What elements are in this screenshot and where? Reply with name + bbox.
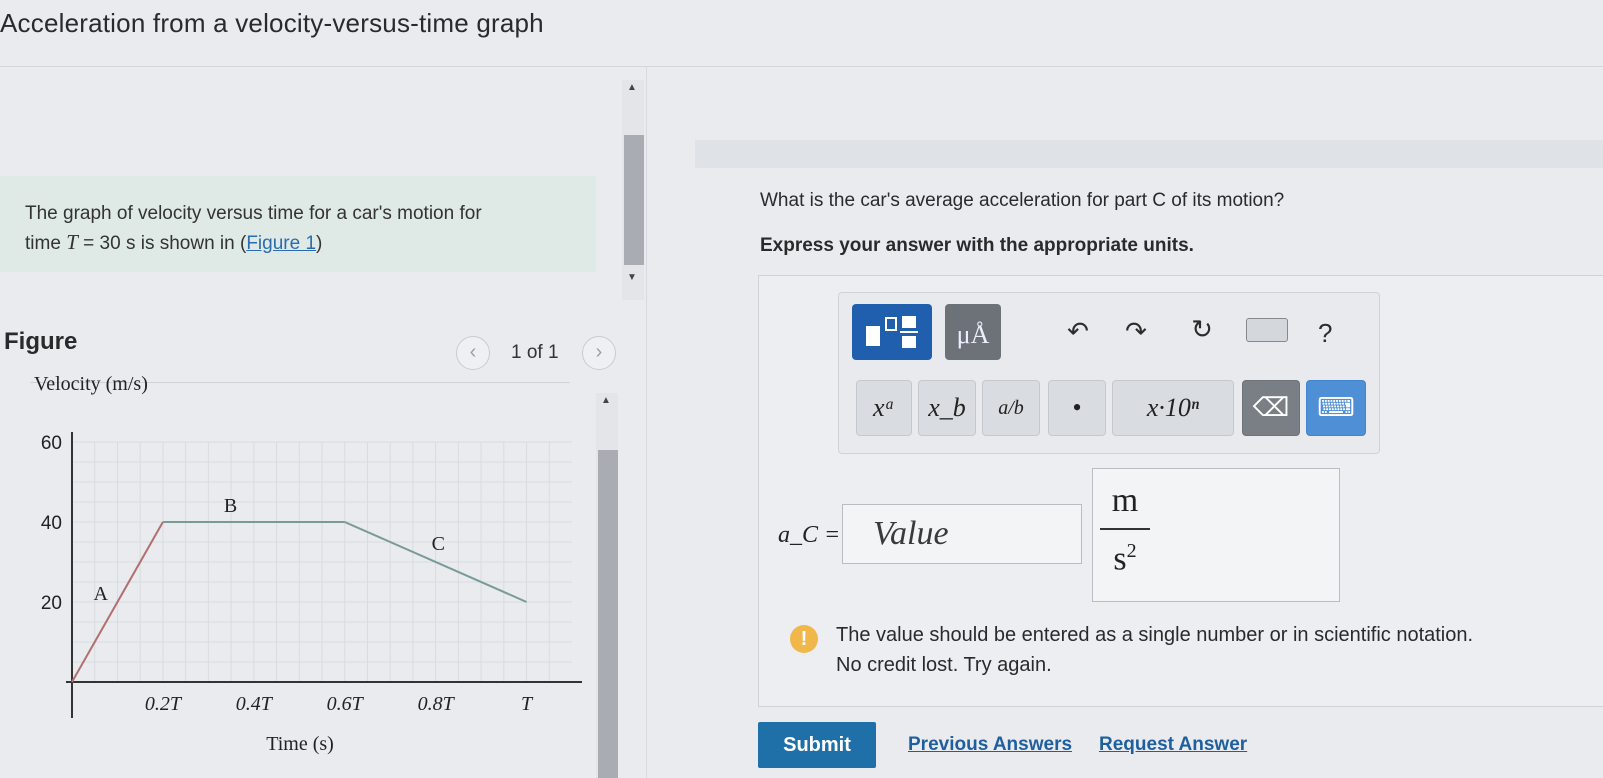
key-scientific-notation[interactable]: x·10ⁿ — [1112, 380, 1234, 436]
keyboard-toggle-icon: ⌨ — [1317, 393, 1355, 422]
answer-variable-label: a_C = — [778, 522, 841, 548]
x-tick-label: 0.6T — [327, 693, 365, 715]
velocity-time-chart: 20 40 60 0.2T 0.4T 0.6T 0.8T T A B C Velocity (m/… — [34, 373, 582, 755]
segment-label-A: A — [93, 583, 108, 605]
unit-denominator-base: s — [1113, 540, 1127, 578]
segment-label-B: B — [224, 495, 237, 517]
x-tick-label: 0.2T — [145, 693, 183, 715]
y-tick-label: 60 — [41, 433, 62, 454]
reset-icon[interactable]: ↻ — [1184, 314, 1220, 345]
key-subscript[interactable]: x_b — [918, 380, 976, 436]
keyboard-icon[interactable] — [1246, 318, 1288, 342]
chart-grid — [72, 441, 572, 682]
intro-text-line1: The graph of velocity versus time for a … — [25, 203, 482, 224]
scroll-down-arrow-icon[interactable]: ▼ — [627, 272, 637, 283]
backspace-icon: ⌫ — [1252, 393, 1290, 422]
figure-link[interactable]: Figure 1 — [246, 233, 316, 254]
unit-numerator: m — [1111, 482, 1139, 519]
templates-icon — [866, 316, 918, 348]
feedback-line1: The value should be entered as a single … — [836, 624, 1474, 646]
intro-text-line2: time T = 30 s is shown in (Figure 1) — [25, 230, 322, 255]
key-fraction[interactable]: a/b — [982, 380, 1040, 436]
figure-label: Figure — [4, 328, 78, 355]
intro-prefix: time — [25, 233, 67, 254]
feedback-line2: No credit lost. Try again. — [836, 654, 1052, 676]
units-button[interactable]: μÅ — [945, 304, 1001, 360]
key-superscript-label: xᵃ — [873, 393, 895, 422]
key-fraction-label: a/b — [998, 397, 1024, 419]
question-instruction: Express your answer with the appropriate… — [760, 235, 1194, 256]
question-text: What is the car's average acceleration f… — [760, 190, 1285, 211]
unit-fraction-bar — [1100, 528, 1150, 530]
key-sci-label: x·10ⁿ — [1146, 393, 1200, 422]
scroll-up-arrow-icon[interactable]: ▲ — [627, 82, 637, 93]
key-dot[interactable]: • — [1048, 380, 1106, 436]
figure-next-button[interactable]: › — [582, 336, 616, 370]
previous-answers-link[interactable]: Previous Answers — [908, 734, 1072, 756]
warning-icon: ! — [790, 625, 818, 653]
unit-denominator: s2 — [1100, 540, 1150, 578]
chart-ticks: 20 40 60 0.2T 0.4T 0.6T 0.8T T — [41, 433, 534, 715]
request-answer-link[interactable]: Request Answer — [1099, 734, 1247, 756]
scrollbar-figure-thumb[interactable] — [598, 450, 618, 778]
intro-mid: = 30 s is shown in ( — [77, 233, 247, 254]
title-divider — [0, 66, 1603, 67]
value-input[interactable] — [842, 504, 1082, 564]
y-axis-label: Velocity (m/s) — [34, 373, 148, 395]
figure-counter: 1 of 1 — [511, 342, 559, 363]
unit-exponent: 2 — [1126, 540, 1137, 562]
x-tick-label: 0.4T — [236, 693, 274, 715]
key-subscript-label: x_b — [928, 393, 966, 422]
figure-prev-button[interactable]: ‹ — [456, 336, 490, 370]
scroll-up-arrow-icon[interactable]: ▲ — [601, 395, 611, 406]
pane-divider — [646, 66, 647, 778]
key-dot-label: • — [1072, 393, 1082, 422]
undo-icon[interactable]: ↶ — [1060, 316, 1096, 347]
help-button[interactable]: ? — [1318, 318, 1332, 349]
redo-icon[interactable]: ↷ — [1118, 316, 1154, 347]
submit-button[interactable]: Submit — [758, 722, 876, 768]
templates-button[interactable] — [852, 304, 932, 360]
x-axis-label: Time (s) — [266, 733, 334, 755]
x-tick-label: T — [521, 693, 534, 715]
blurred-header-band — [695, 140, 1603, 168]
y-tick-label: 20 — [41, 593, 62, 614]
y-tick-label: 40 — [41, 513, 62, 534]
page-title: Acceleration from a velocity-versus-time… — [0, 8, 544, 38]
scrollbar-main-thumb[interactable] — [624, 135, 644, 265]
key-superscript[interactable]: xᵃ — [856, 380, 912, 436]
key-toggle-keyboard[interactable]: ⌨ — [1306, 380, 1366, 436]
intro-var-T: T — [66, 230, 78, 254]
x-tick-label: 0.8T — [418, 693, 456, 715]
intro-suffix: ) — [316, 233, 323, 254]
chart-axes — [66, 432, 582, 718]
segment-label-C: C — [432, 533, 445, 555]
key-backspace[interactable]: ⌫ — [1242, 380, 1300, 436]
